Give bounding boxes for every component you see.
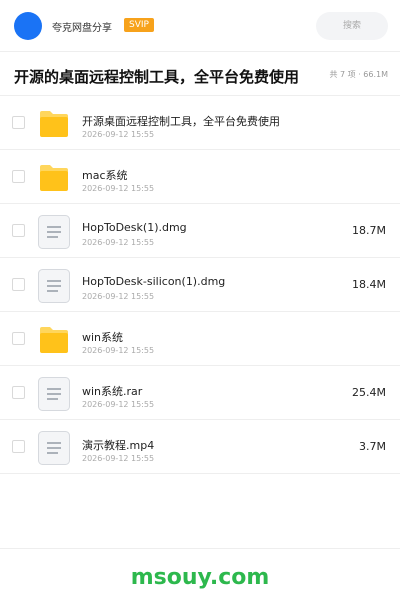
select-checkbox[interactable] <box>12 440 25 453</box>
file-name: 开源桌面远程控制工具，全平台免费使用 <box>82 115 280 128</box>
file-date: 2026-09-12 15:55 <box>82 184 155 193</box>
avatar[interactable] <box>14 12 42 40</box>
select-checkbox[interactable] <box>12 332 25 345</box>
document-icon <box>38 215 70 249</box>
file-row[interactable]: 开源桌面远程控制工具，全平台免费使用 2026-09-12 15:55 <box>0 96 400 150</box>
select-checkbox[interactable] <box>12 278 25 291</box>
file-size: 25.4M <box>352 386 386 399</box>
file-row[interactable]: HopToDesk-silicon(1).dmg 2026-09-12 15:55… <box>0 258 400 312</box>
file-size: 3.7M <box>359 440 386 453</box>
folder-icon <box>38 323 70 357</box>
watermark-text: msouy.com <box>130 565 270 590</box>
document-icon <box>38 377 70 411</box>
item-summary: 共 7 项 · 66.1M <box>329 70 388 79</box>
select-checkbox[interactable] <box>12 224 25 237</box>
file-row[interactable]: win系统 2026-09-12 15:55 <box>0 312 400 366</box>
file-date: 2026-09-12 15:55 <box>82 238 155 247</box>
svip-badge: SVIP <box>124 18 154 32</box>
page-title: 开源的桌面远程控制工具，全平台免费使用 <box>14 68 300 86</box>
select-checkbox[interactable] <box>12 170 25 183</box>
file-date: 2026-09-12 15:55 <box>82 346 155 355</box>
file-list: 开源桌面远程控制工具，全平台免费使用 2026-09-12 15:55 mac系统 2… <box>0 96 400 474</box>
file-name: HopToDesk(1).dmg <box>82 221 187 234</box>
file-name: win系统 <box>82 331 124 344</box>
select-checkbox[interactable] <box>12 386 25 399</box>
file-date: 2026-09-12 15:55 <box>82 130 155 139</box>
file-name: HopToDesk-silicon(1).dmg <box>82 275 226 288</box>
title-row: 开源的桌面远程控制工具，全平台免费使用 共 7 项 · 66.1M <box>0 52 400 96</box>
footer: msouy.com <box>0 548 400 600</box>
file-size: 18.4M <box>352 278 386 291</box>
folder-icon <box>38 107 70 141</box>
file-size: 18.7M <box>352 224 386 237</box>
file-name: 演示教程.mp4 <box>82 439 155 452</box>
file-row[interactable]: win系统.rar 2026-09-12 15:55 25.4M <box>0 366 400 420</box>
file-row[interactable]: mac系统 2026-09-12 15:55 <box>0 150 400 204</box>
file-date: 2026-09-12 15:55 <box>82 292 155 301</box>
file-row[interactable]: HopToDesk(1).dmg 2026-09-12 15:55 18.7M <box>0 204 400 258</box>
select-checkbox[interactable] <box>12 116 25 129</box>
document-icon <box>38 431 70 465</box>
search-input[interactable] <box>316 12 388 40</box>
file-row[interactable]: 演示教程.mp4 2026-09-12 15:55 3.7M <box>0 420 400 474</box>
file-date: 2026-09-12 15:55 <box>82 400 155 409</box>
app-name: 夸克网盘分享 <box>52 23 112 34</box>
folder-icon <box>38 161 70 195</box>
header-bar: 夸克网盘分享 SVIP <box>0 0 400 52</box>
share-page: 夸克网盘分享 SVIP 开源的桌面远程控制工具，全平台免费使用 共 7 项 · … <box>0 0 400 600</box>
file-name: win系统.rar <box>82 385 143 398</box>
document-icon <box>38 269 70 303</box>
file-name: mac系统 <box>82 169 128 182</box>
file-date: 2026-09-12 15:55 <box>82 454 155 463</box>
